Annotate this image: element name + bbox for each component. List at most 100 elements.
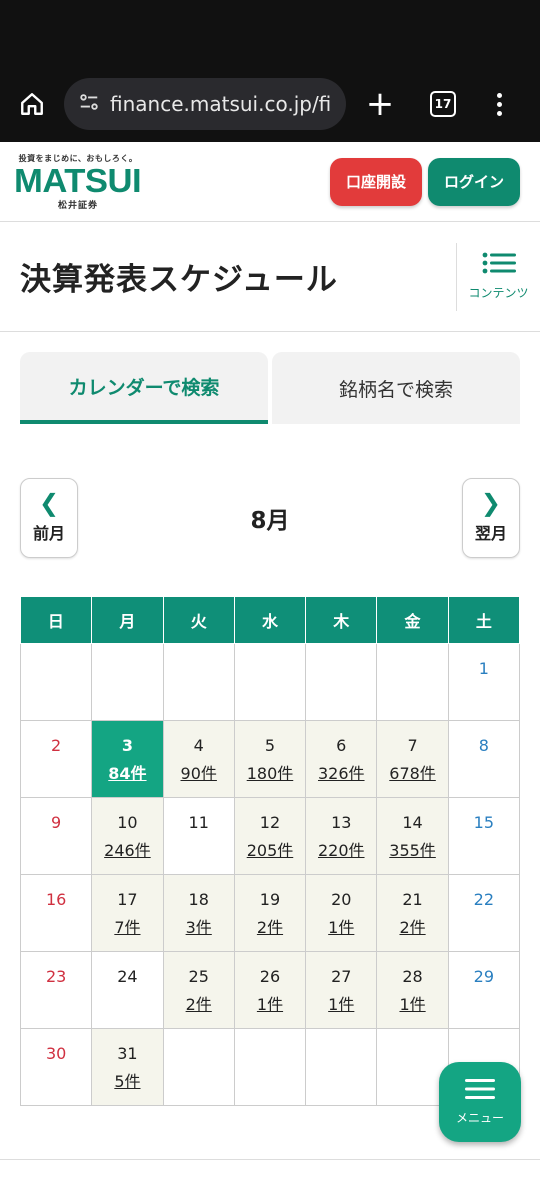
calendar-day-cell: 29: [447, 951, 521, 1029]
calendar-day-cell[interactable]: 18 3件: [162, 874, 235, 952]
page-title: 決算発表スケジュール: [20, 262, 338, 298]
more-menu-icon[interactable]: [484, 84, 514, 124]
calendar-day-cell[interactable]: 7 678件: [376, 720, 449, 798]
day-number: 24: [117, 967, 138, 986]
calendar-day-cell[interactable]: 31 5件: [91, 1028, 164, 1106]
earnings-count-link[interactable]: 205件: [235, 842, 305, 860]
calendar-day-cell[interactable]: 12 205件: [233, 797, 307, 875]
matsui-logo[interactable]: 投資をまじめに、おもしろく。 MATSUI 松井証券: [14, 153, 142, 211]
calendar-day-cell[interactable]: 27 1件: [305, 951, 378, 1029]
chevron-right-icon: ❯: [480, 489, 502, 517]
day-number: 1: [478, 659, 489, 678]
calendar-day-cell: 22: [447, 874, 521, 952]
earnings-count-link[interactable]: 326件: [306, 765, 376, 783]
weekday-sun: 日: [20, 596, 93, 644]
earnings-count-link[interactable]: 3件: [164, 919, 234, 937]
login-button[interactable]: ログイン: [428, 157, 520, 206]
earnings-count-link[interactable]: 2件: [235, 919, 305, 937]
site-settings-icon[interactable]: [78, 91, 100, 117]
tab-calendar-search[interactable]: カレンダーで検索: [20, 352, 268, 424]
weekday-fri: 金: [376, 596, 449, 644]
menu-fab-button[interactable]: メニュー: [439, 1062, 521, 1142]
month-title: 8月: [250, 508, 290, 534]
prev-month-button[interactable]: ❮ 前月: [20, 478, 78, 558]
earnings-count-link[interactable]: 2件: [377, 919, 447, 937]
tab-switcher-button[interactable]: 17: [430, 91, 456, 117]
earnings-count-link[interactable]: 246件: [92, 842, 162, 860]
prev-month-label: 前月: [32, 524, 65, 543]
next-month-button[interactable]: ❯ 翌月: [461, 478, 520, 558]
home-icon[interactable]: [14, 86, 50, 122]
calendar-day-cell: 23: [19, 951, 93, 1029]
calendar-empty-cell: [233, 1028, 307, 1106]
day-number: 25: [188, 967, 209, 986]
calendar-day-cell[interactable]: 6 326件: [305, 720, 378, 798]
weekday-sat: 土: [447, 596, 521, 644]
calendar-day-cell: 30: [19, 1028, 93, 1106]
earnings-count-link[interactable]: 2件: [164, 996, 234, 1014]
day-number: 5: [264, 736, 276, 755]
calendar-week-row: 16 17 7件 18 3件 19 2件 20 1件 21 2件 22: [19, 874, 521, 952]
calendar-day-cell[interactable]: 3 84件: [91, 720, 164, 798]
day-number: 3: [121, 736, 133, 755]
new-tab-icon[interactable]: +: [360, 84, 400, 124]
weekday-mon: 月: [91, 596, 164, 644]
logo-subtitle: 松井証券: [57, 200, 98, 211]
earnings-count-link[interactable]: 355件: [377, 842, 447, 860]
day-number: 22: [473, 890, 495, 909]
earnings-count-link[interactable]: 84件: [92, 765, 162, 783]
day-number: 9: [51, 813, 62, 832]
day-number: 23: [45, 967, 67, 986]
calendar-day-cell[interactable]: 13 220件: [305, 797, 378, 875]
url-bar[interactable]: finance.matsui.co.jp/find: [64, 78, 346, 130]
day-number: 30: [45, 1044, 67, 1063]
calendar-day-cell[interactable]: 17 7件: [91, 874, 164, 952]
logo-wordmark: MATSUI: [14, 161, 142, 199]
calendar-week-row: 2 3 84件 4 90件 5 180件 6 326件 7 678件 8: [19, 720, 521, 798]
calendar-day-cell: 16: [19, 874, 93, 952]
calendar-day-cell[interactable]: 14 355件: [376, 797, 449, 875]
earnings-count-link[interactable]: 90件: [164, 765, 234, 783]
calendar-week-row: 9 10 246件 11 12 205件 13 220件 14 355件 15: [19, 797, 521, 875]
calendar-day-cell[interactable]: 26 1件: [233, 951, 307, 1029]
earnings-count-link[interactable]: 180件: [235, 765, 305, 783]
calendar-day-cell[interactable]: 25 2件: [162, 951, 235, 1029]
earnings-count-link[interactable]: 5件: [92, 1073, 162, 1091]
calendar-empty-cell: [91, 643, 164, 721]
calendar-empty-cell: [305, 1028, 378, 1106]
month-navigation: ❮ 前月 8月 ❯ 翌月: [20, 478, 520, 558]
earnings-count-link[interactable]: 1件: [235, 996, 305, 1014]
day-number: 27: [331, 967, 352, 986]
contents-button[interactable]: コンテンツ: [456, 242, 540, 311]
site-header: 投資をまじめに、おもしろく。 MATSUI 松井証券 口座開設 ログイン: [0, 142, 540, 222]
earnings-count-link[interactable]: 1件: [306, 919, 376, 937]
weekday-tue: 火: [162, 596, 235, 644]
earnings-count-link[interactable]: 678件: [377, 765, 447, 783]
earnings-count-link[interactable]: 1件: [377, 996, 447, 1014]
day-number: 15: [473, 813, 495, 832]
calendar-day-cell[interactable]: 19 2件: [233, 874, 307, 952]
calendar-day-cell: 9: [19, 797, 93, 875]
tab-name-search[interactable]: 銘柄名で検索: [272, 352, 520, 424]
earnings-count-link[interactable]: 7件: [92, 919, 162, 937]
calendar-day-cell[interactable]: 21 2件: [376, 874, 449, 952]
calendar-day-cell[interactable]: 4 90件: [162, 720, 235, 798]
day-number: 8: [478, 736, 489, 755]
calendar-day-cell[interactable]: 20 1件: [305, 874, 378, 952]
calendar-day-cell[interactable]: 28 1件: [376, 951, 449, 1029]
open-account-button[interactable]: 口座開設: [330, 157, 422, 206]
calendar-day-cell[interactable]: 5 180件: [233, 720, 307, 798]
earnings-count-link[interactable]: 220件: [306, 842, 376, 860]
title-bar: 決算発表スケジュール コンテンツ: [0, 222, 540, 332]
chevron-left-icon: ❮: [38, 489, 60, 517]
calendar-day-cell: 11: [162, 797, 235, 875]
day-number: 18: [188, 890, 209, 909]
calendar-week-row: 23 24 25 2件 26 1件 27 1件 28 1件 29: [19, 951, 521, 1029]
calendar-day-cell: 2: [19, 720, 93, 798]
day-number: 26: [259, 967, 281, 986]
calendar-day-cell[interactable]: 10 246件: [91, 797, 164, 875]
earnings-count-link[interactable]: 1件: [306, 996, 376, 1014]
status-bar: [0, 0, 540, 66]
list-icon: [482, 252, 516, 278]
search-tabs: カレンダーで検索 銘柄名で検索: [20, 352, 520, 424]
